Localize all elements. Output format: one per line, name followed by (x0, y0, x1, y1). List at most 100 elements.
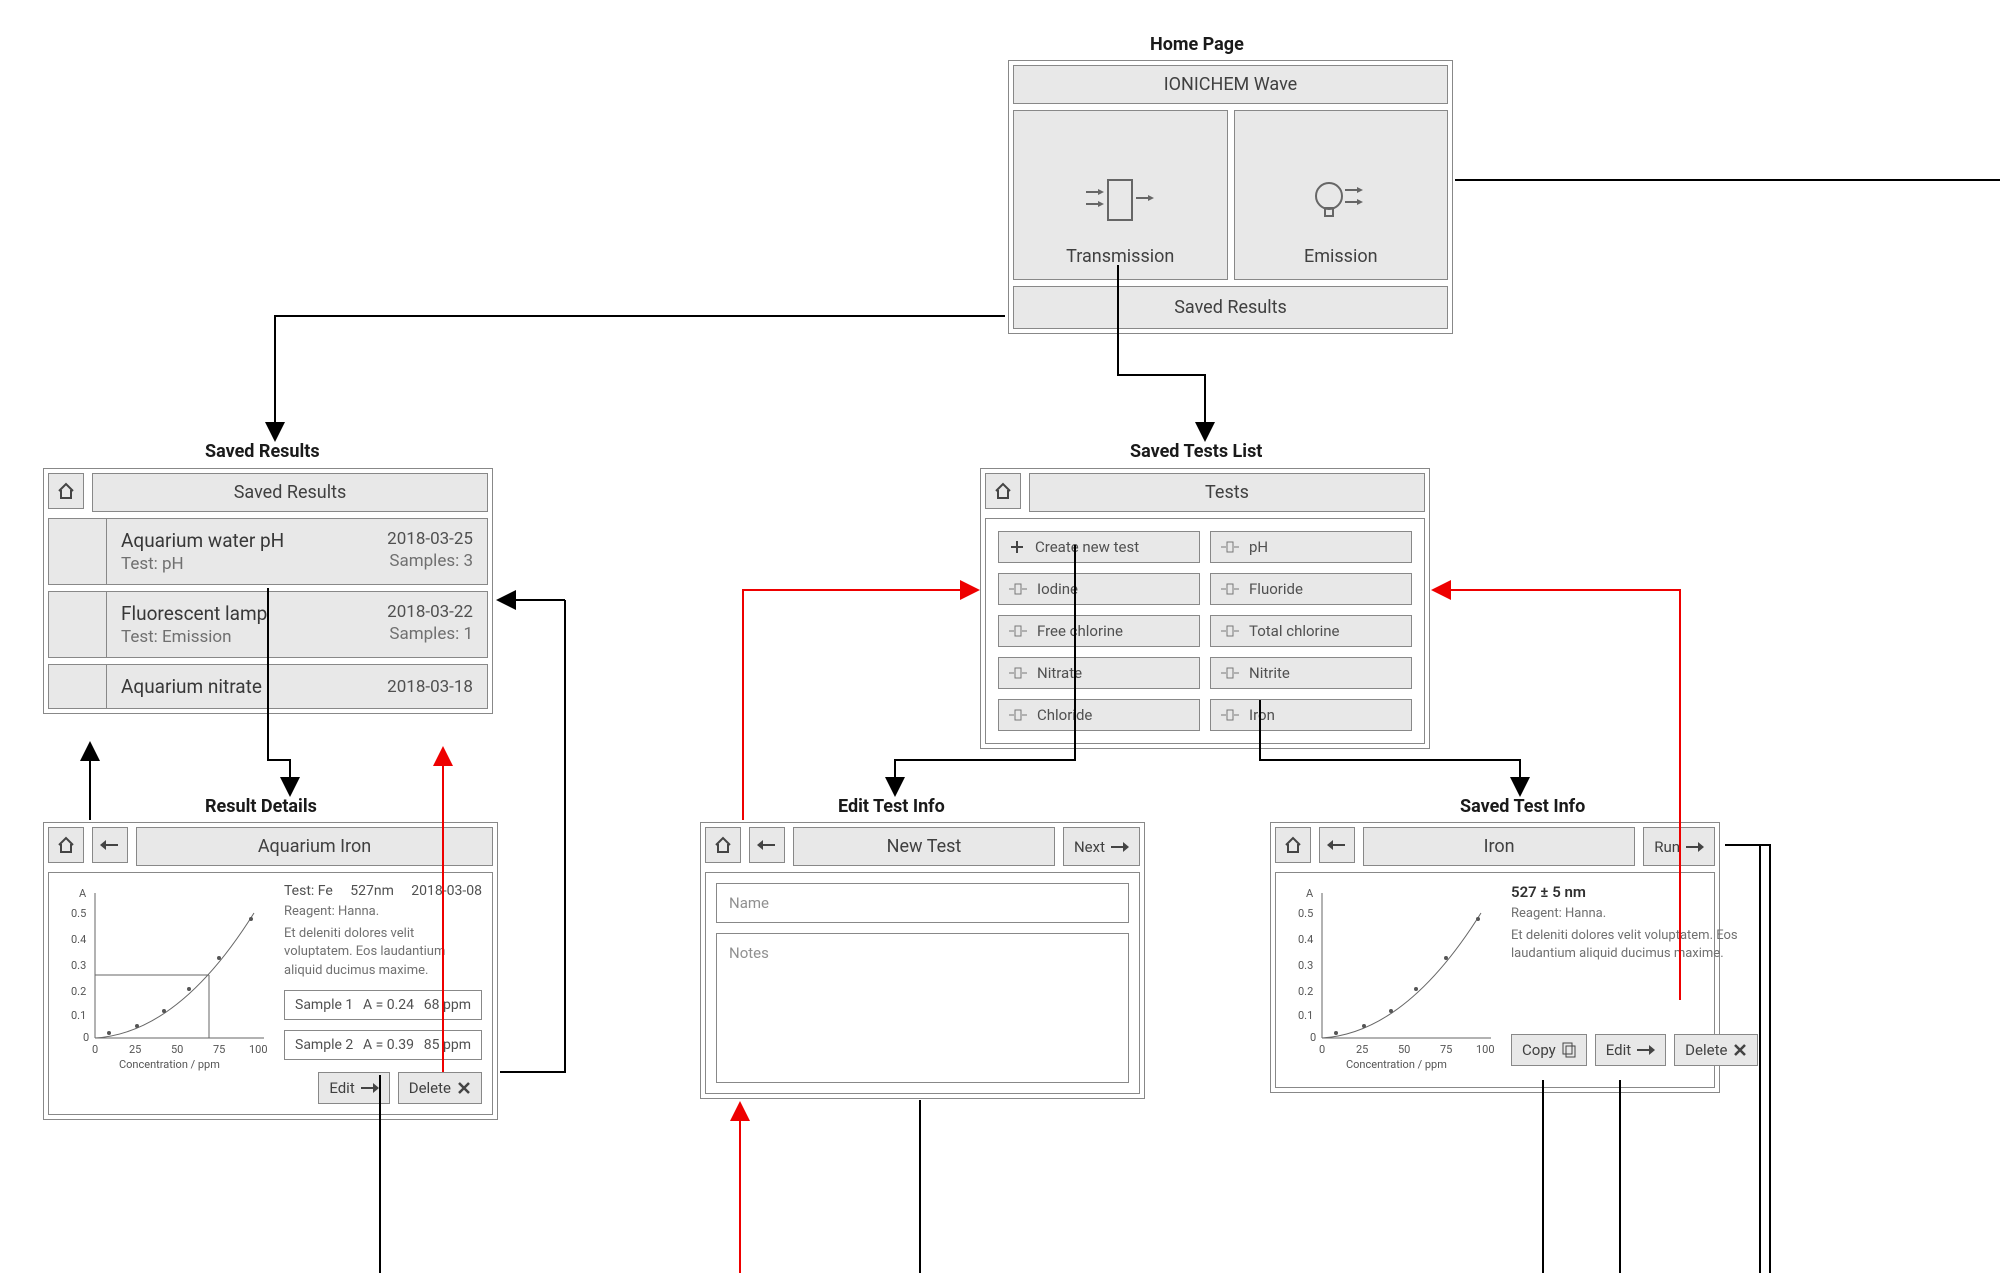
test-chip-nitrate[interactable]: Nitrate (998, 657, 1200, 689)
back-icon-button[interactable] (1319, 827, 1355, 863)
svg-text:0.2: 0.2 (71, 985, 86, 998)
svg-text:0.4: 0.4 (1298, 933, 1313, 946)
svg-text:25: 25 (129, 1043, 141, 1056)
arrow-left-icon (757, 838, 777, 852)
notes-input[interactable]: Notes (716, 933, 1129, 1083)
result-meta-row: Test: Fe 527nm 2018-03-08 (284, 883, 482, 899)
transmission-mini-icon (1221, 666, 1239, 680)
home-icon-button[interactable] (985, 473, 1021, 509)
delete-button[interactable]: Delete (1674, 1034, 1758, 1066)
name-input[interactable]: Name (716, 883, 1129, 923)
result-test: Test: Emission (121, 627, 267, 647)
arrow-right-icon (361, 1082, 379, 1094)
result-name: Aquarium nitrate (121, 675, 262, 698)
home-icon (993, 481, 1013, 501)
chip-label: Free chlorine (1037, 622, 1123, 640)
sample-row[interactable]: Sample 1 A = 0.24 68 ppm (284, 990, 482, 1020)
transmission-mini-icon (1221, 624, 1239, 638)
arrow-right-icon (1637, 1044, 1655, 1056)
test-chip-fluoride[interactable]: Fluoride (1210, 573, 1412, 605)
result-details-body: A 0.5 0.4 0.3 0.2 0.1 0 0 25 50 75 100 C… (48, 872, 493, 1115)
home-icon-button[interactable] (48, 473, 84, 509)
back-icon-button[interactable] (749, 827, 785, 863)
saved-results-titlebar: Saved Results (92, 473, 488, 512)
home-icon-button[interactable] (48, 827, 84, 863)
home-icon (56, 835, 76, 855)
result-samples: Samples: 1 (387, 624, 473, 644)
test-chip-iodine[interactable]: Iodine (998, 573, 1200, 605)
svg-text:0.3: 0.3 (1298, 959, 1313, 972)
emission-tile[interactable]: Emission (1234, 110, 1449, 280)
chart-panel: A 0.5 0.4 0.3 0.2 0.1 0 0 25 50 75 100 C… (1286, 883, 1501, 1077)
test-chip-chloride[interactable]: Chloride (998, 699, 1200, 731)
test-chip-iron[interactable]: Iron (1210, 699, 1412, 731)
chip-label: Create new test (1035, 538, 1139, 556)
svg-text:0.2: 0.2 (1298, 985, 1313, 998)
test-chip-free-chlorine[interactable]: Free chlorine (998, 615, 1200, 647)
delete-button[interactable]: Delete (398, 1072, 482, 1104)
label-edit-test-info: Edit Test Info (838, 796, 945, 817)
test-chip-total-chlorine[interactable]: Total chlorine (1210, 615, 1412, 647)
svg-text:0.5: 0.5 (1298, 907, 1313, 920)
test-chip-nitrite[interactable]: Nitrite (1210, 657, 1412, 689)
chip-label: Iron (1249, 706, 1275, 724)
test-info-titlebar: Iron (1363, 827, 1635, 866)
sample-a: A = 0.39 (363, 1037, 414, 1053)
test-notes: Et deleniti dolores velit voluptatem. Eo… (1511, 927, 1758, 963)
result-wavelength: 527nm (350, 883, 394, 899)
arrow-right-icon (1111, 841, 1129, 853)
svg-text:0: 0 (1310, 1031, 1316, 1044)
run-label: Run (1654, 838, 1680, 856)
svg-text:0: 0 (92, 1043, 98, 1056)
saved-result-row[interactable]: Aquarium nitrate 2018-03-18 (48, 664, 488, 709)
home-icon-button[interactable] (705, 827, 741, 863)
test-chip-ph[interactable]: pH (1210, 531, 1412, 563)
result-reagent: Reagent: Hanna. (284, 903, 482, 921)
svg-text:75: 75 (213, 1043, 225, 1056)
transmission-mini-icon (1221, 540, 1239, 554)
svg-text:0: 0 (1319, 1043, 1325, 1056)
saved-result-row[interactable]: Fluorescent lamp Test: Emission 2018-03-… (48, 591, 488, 658)
label-saved-results: Saved Results (205, 441, 320, 462)
result-test: Test: pH (121, 554, 284, 574)
chip-label: Chloride (1037, 706, 1092, 724)
next-button[interactable]: Next (1063, 827, 1140, 866)
chip-label: Iodine (1037, 580, 1078, 598)
transmission-mini-icon (1221, 708, 1239, 722)
back-icon-button[interactable] (92, 827, 128, 863)
chip-label: Nitrite (1249, 664, 1290, 682)
svg-text:100: 100 (1476, 1043, 1495, 1056)
close-icon (1733, 1043, 1747, 1057)
edit-button[interactable]: Edit (1595, 1034, 1666, 1066)
saved-result-row[interactable]: Aquarium water pH Test: pH 2018-03-25 Sa… (48, 518, 488, 585)
arrow-left-icon (100, 838, 120, 852)
svg-text:0: 0 (83, 1031, 89, 1044)
svg-text:Concentration / ppm: Concentration / ppm (1346, 1058, 1447, 1071)
transmission-tile[interactable]: Transmission (1013, 110, 1228, 280)
result-details-title: Aquarium Iron (143, 836, 486, 857)
result-thumb (49, 519, 107, 584)
svg-text:A: A (1306, 887, 1314, 900)
saved-results-button[interactable]: Saved Results (1013, 286, 1448, 329)
test-info-title: Iron (1370, 836, 1628, 857)
edit-button[interactable]: Edit (318, 1072, 389, 1104)
label-home-page: Home Page (1150, 34, 1244, 55)
home-title: IONICHEM Wave (1020, 74, 1441, 95)
delete-label: Delete (409, 1079, 451, 1097)
run-button[interactable]: Run (1643, 827, 1715, 866)
concentration-chart: A 0.5 0.4 0.3 0.2 0.1 0 0 25 50 75 100 C… (1286, 883, 1501, 1073)
emission-label: Emission (1304, 246, 1378, 267)
delete-label: Delete (1685, 1041, 1727, 1059)
create-new-test[interactable]: Create new test (998, 531, 1200, 563)
svg-text:0.1: 0.1 (71, 1009, 86, 1022)
copy-button[interactable]: Copy (1511, 1034, 1587, 1066)
copy-icon (1562, 1042, 1576, 1058)
tests-titlebar: Tests (1029, 473, 1425, 512)
transmission-label: Transmission (1066, 246, 1174, 267)
chip-label: Nitrate (1037, 664, 1082, 682)
home-icon-button[interactable] (1275, 827, 1311, 863)
test-reagent: Reagent: Hanna. (1511, 905, 1758, 923)
edit-test-screen: New Test Next Name Notes (700, 822, 1145, 1099)
edit-test-titlebar: New Test (793, 827, 1055, 866)
sample-row[interactable]: Sample 2 A = 0.39 85 ppm (284, 1030, 482, 1060)
